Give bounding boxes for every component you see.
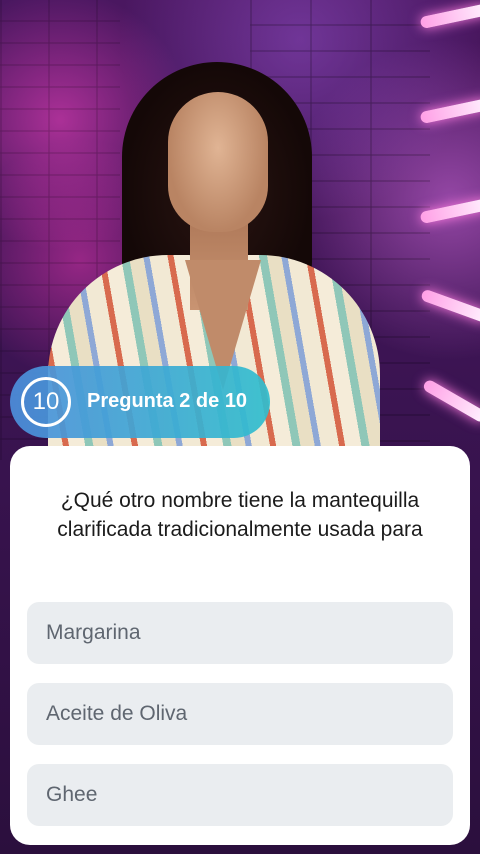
countdown-timer: 10 xyxy=(21,377,71,427)
answer-option-label: Ghee xyxy=(46,783,98,806)
answer-option-1[interactable]: Margarina xyxy=(27,602,453,664)
answer-option-2[interactable]: Aceite de Oliva xyxy=(27,683,453,745)
answer-option-label: Margarina xyxy=(46,621,141,644)
answer-option-label: Aceite de Oliva xyxy=(46,702,188,725)
question-counter-label: Pregunta 2 de 10 xyxy=(87,390,248,412)
question-card: ¿Qué otro nombre tiene la mantequilla cl… xyxy=(10,446,470,845)
presenter-face xyxy=(168,92,268,232)
countdown-value: 10 xyxy=(32,388,60,415)
question-text: ¿Qué otro nombre tiene la mantequilla cl… xyxy=(57,489,423,541)
answer-option-3[interactable]: Ghee xyxy=(27,764,453,826)
question-progress-badge: 10 Pregunta 2 de 10 xyxy=(10,366,270,438)
